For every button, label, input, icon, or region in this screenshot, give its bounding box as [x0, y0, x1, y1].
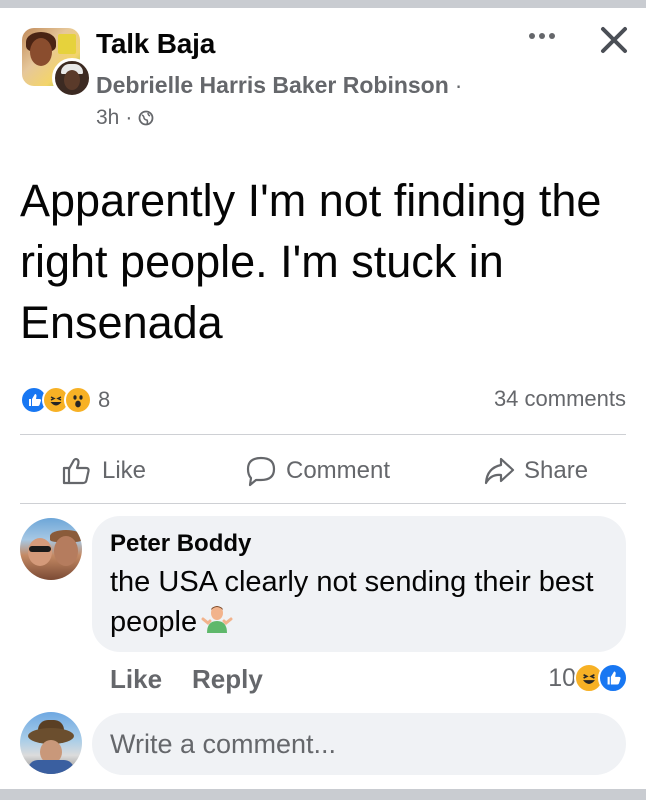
divider — [20, 503, 626, 504]
time-separator: · — [125, 106, 133, 129]
like-reaction-icon — [598, 663, 628, 693]
top-separator-bar — [0, 0, 646, 8]
thumbs-up-icon — [62, 457, 90, 485]
comment-reaction-count: 10 — [548, 663, 576, 692]
current-user-avatar[interactable] — [20, 712, 82, 774]
comment-reactions[interactable]: 10 — [548, 663, 628, 693]
like-button[interactable]: Like — [60, 454, 146, 488]
author-avatar[interactable] — [52, 58, 92, 98]
comment-bubble: Peter Boddy the USA clearly not sending … — [92, 516, 626, 652]
close-icon[interactable] — [594, 20, 634, 60]
person-shrugging-icon — [201, 603, 233, 644]
comment-bubble-icon — [246, 456, 276, 487]
wow-reaction-icon — [64, 386, 92, 414]
comment-like-button[interactable]: Like — [110, 664, 162, 695]
commenter-avatar[interactable] — [20, 518, 82, 580]
commenter-name-link[interactable]: Peter Boddy — [110, 528, 608, 560]
share-arrow-icon — [484, 457, 515, 485]
comment-reply-button[interactable]: Reply — [192, 664, 263, 695]
reaction-count: 8 — [98, 387, 111, 412]
more-options-icon[interactable] — [524, 24, 560, 48]
author-name-link[interactable]: Debrielle Harris Baker Robinson — [96, 72, 449, 98]
bottom-separator-bar — [0, 789, 646, 800]
comments-count-link[interactable]: 34 comments — [494, 386, 626, 412]
post-actions-bar: Like Comment Share — [20, 436, 626, 502]
post-meta: 3h · — [96, 106, 154, 130]
share-button-label: Share — [524, 457, 589, 484]
divider — [20, 434, 626, 435]
comment-text-content: the USA clearly not sending their best p… — [110, 566, 594, 638]
like-button-label: Like — [102, 457, 147, 484]
globe-icon — [138, 110, 154, 126]
comment-text: the USA clearly not sending their best p… — [110, 562, 608, 644]
author-separator: · — [454, 72, 463, 98]
post-avatar-group[interactable] — [22, 28, 92, 98]
share-button[interactable]: Share — [482, 454, 588, 488]
comment-actions: Like Reply — [110, 664, 293, 695]
write-comment-input[interactable] — [92, 713, 626, 775]
author-line: Debrielle Harris Baker Robinson · — [96, 72, 462, 99]
comment-button-label: Comment — [286, 457, 391, 484]
group-name-link[interactable]: Talk Baja — [96, 28, 215, 60]
reactions-summary[interactable]: 8 — [20, 384, 110, 416]
post-timestamp[interactable]: 3h — [96, 106, 119, 130]
post-body-text: Apparently I'm not finding the right peo… — [20, 175, 602, 348]
comment-button[interactable]: Comment — [244, 454, 390, 488]
